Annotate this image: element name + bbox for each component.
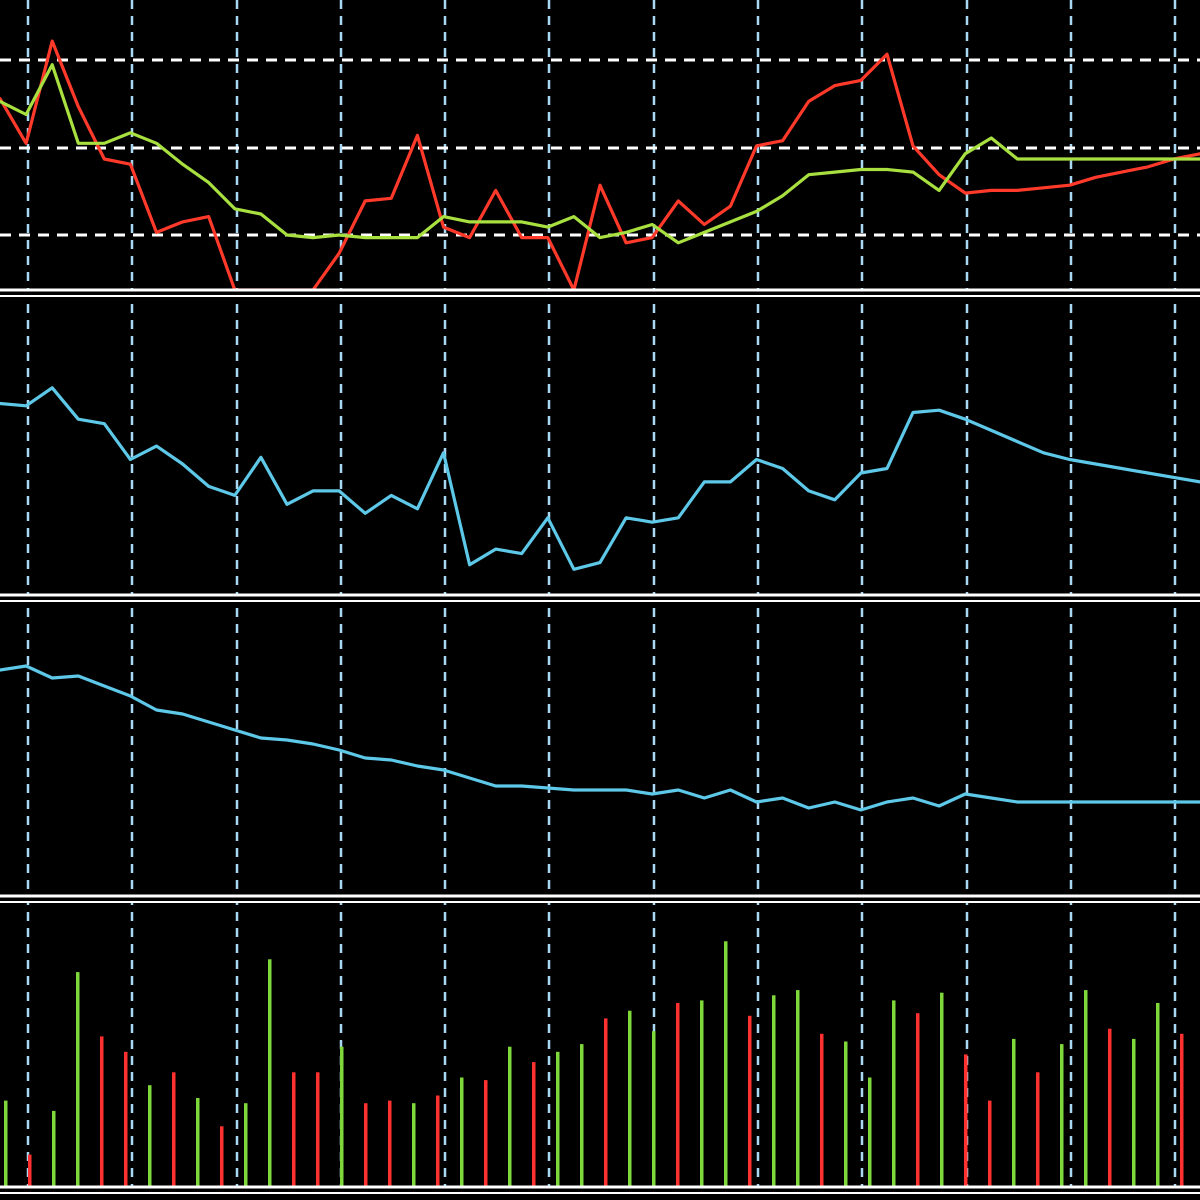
volume-bar xyxy=(412,1103,416,1188)
volume-bar xyxy=(148,1085,152,1188)
volume-bar xyxy=(1060,1044,1064,1188)
volume-bar xyxy=(532,1062,536,1188)
volume-bar xyxy=(676,1003,680,1188)
volume-bar xyxy=(1132,1038,1136,1188)
volume-bar xyxy=(700,1000,704,1188)
volume-bar xyxy=(292,1072,296,1188)
volume-bar xyxy=(52,1110,56,1188)
volume-bar xyxy=(76,972,80,1188)
volume-bar xyxy=(1180,1033,1184,1188)
volume-bar xyxy=(820,1033,824,1188)
volume-bar xyxy=(1012,1038,1016,1188)
volume-bar xyxy=(220,1126,224,1188)
volume-bar xyxy=(460,1077,464,1188)
volume-bar xyxy=(1156,1003,1160,1188)
chart-stage xyxy=(0,0,1200,1200)
volume-bar xyxy=(364,1103,368,1188)
volume-bar xyxy=(844,1041,848,1188)
volume-bar xyxy=(340,1046,344,1189)
volume-bar xyxy=(724,941,728,1188)
volume-bar xyxy=(100,1036,104,1188)
volume-bar xyxy=(508,1046,512,1189)
volume-bar xyxy=(28,1154,32,1188)
volume-bar xyxy=(244,1103,248,1188)
volume-bar xyxy=(604,1018,608,1188)
volume-bar xyxy=(628,1010,632,1188)
volume-bar xyxy=(1084,990,1088,1188)
volume-bar xyxy=(652,1031,656,1188)
volume-bar xyxy=(316,1072,320,1188)
volume-bar xyxy=(172,1072,176,1188)
volume-bar xyxy=(868,1077,872,1188)
volume-bar xyxy=(748,1015,752,1188)
volume-bar xyxy=(964,1054,968,1188)
volume-bar xyxy=(772,995,776,1189)
volume-bar xyxy=(940,992,944,1188)
volume-bar xyxy=(1108,1028,1112,1188)
volume-bar xyxy=(988,1100,992,1188)
volume-bar xyxy=(796,990,800,1188)
volume-bar xyxy=(556,1051,560,1188)
volume-bar xyxy=(124,1051,128,1188)
volume-bar xyxy=(1036,1072,1040,1188)
volume-bar xyxy=(4,1100,8,1188)
volume-bar xyxy=(196,1098,200,1188)
volume-bar xyxy=(436,1095,440,1188)
multi-panel-stock-chart xyxy=(0,0,1200,1200)
volume-bar xyxy=(268,959,272,1188)
volume-bar xyxy=(580,1044,584,1188)
volume-bar xyxy=(388,1100,392,1188)
volume-bar xyxy=(892,1000,896,1188)
volume-bar xyxy=(916,1013,920,1188)
volume-bar xyxy=(484,1080,488,1188)
